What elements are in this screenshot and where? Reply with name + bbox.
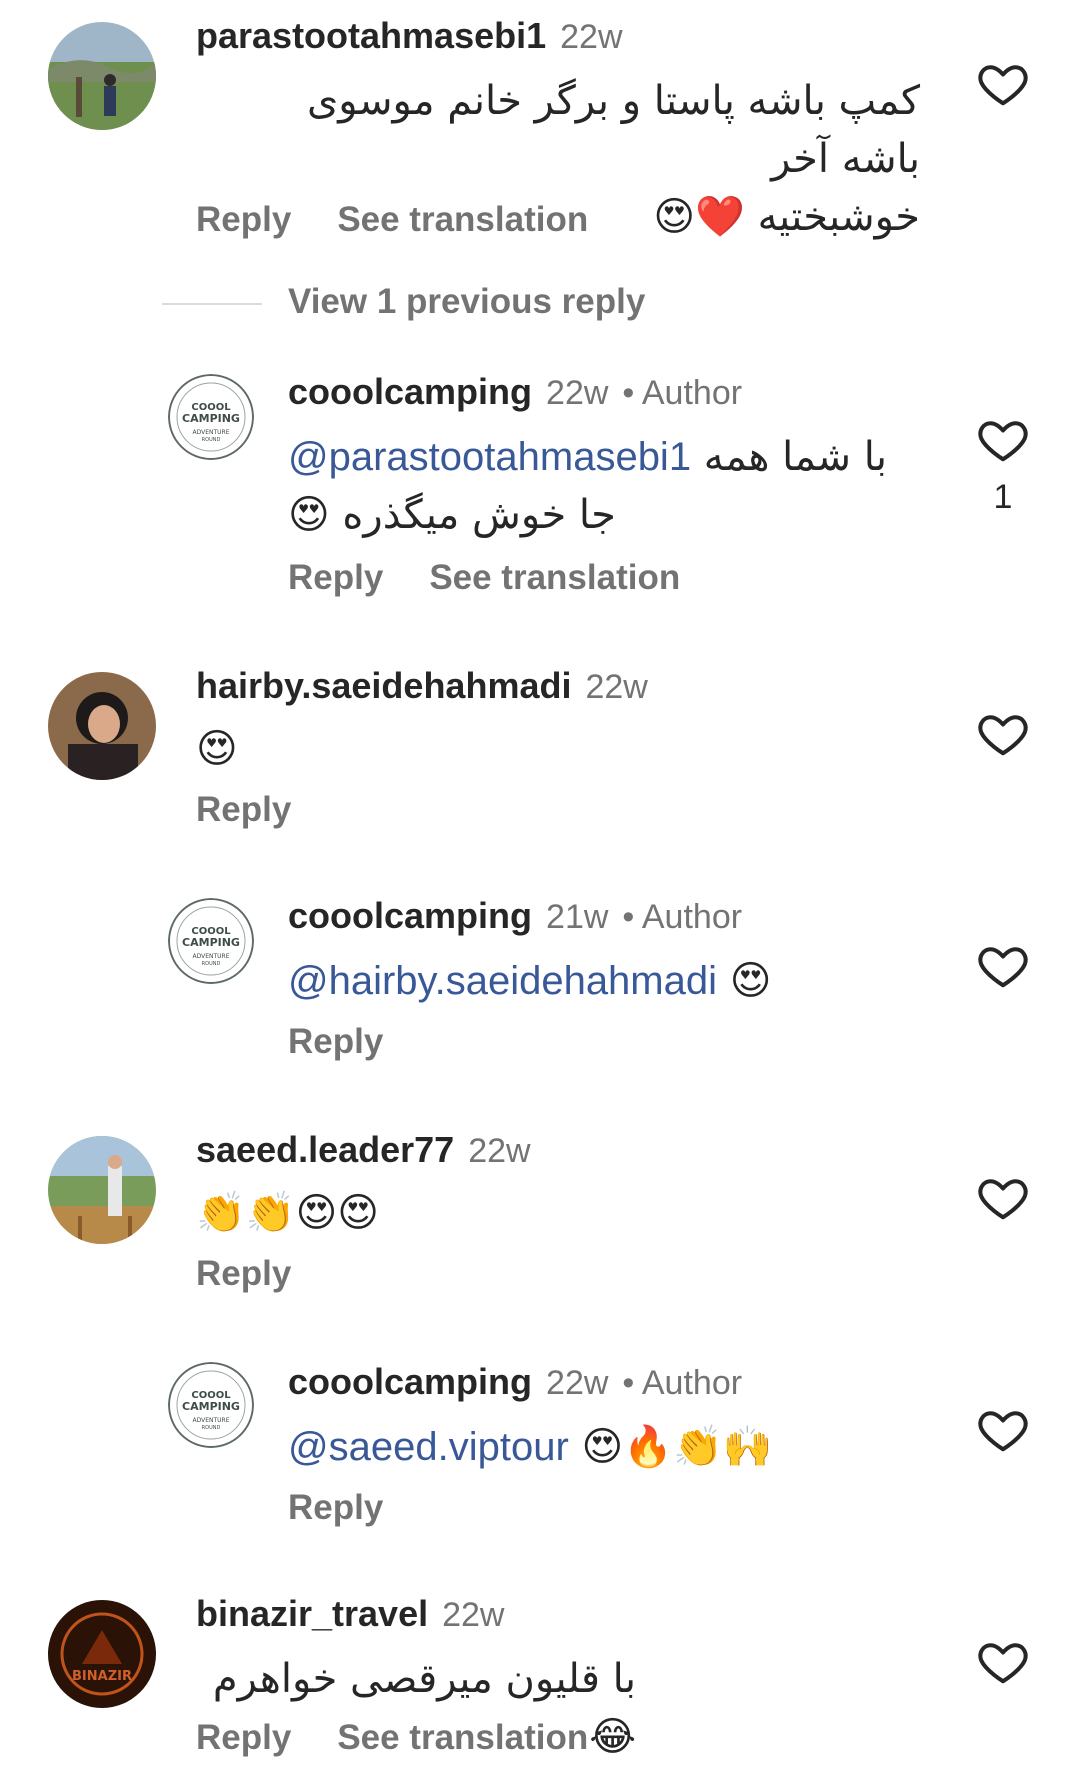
heart-icon[interactable] bbox=[976, 938, 1030, 992]
mention-link[interactable]: @hairby.saeidehahmadi bbox=[288, 959, 717, 1003]
avatar[interactable]: BINAZIR bbox=[48, 1600, 156, 1708]
mention-link[interactable]: @saeed.viptour bbox=[288, 1425, 569, 1469]
username[interactable]: hairby.saeidehahmadi bbox=[196, 665, 571, 706]
author-badge: • Author bbox=[622, 374, 743, 412]
timestamp: 22w bbox=[585, 668, 648, 706]
heart-icon[interactable] bbox=[976, 1402, 1030, 1456]
author-badge: • Author bbox=[622, 1364, 743, 1402]
emoji-text: 👏👏😍😍 bbox=[196, 1190, 380, 1236]
emoji-text: 😍 bbox=[196, 726, 238, 772]
view-previous-replies[interactable]: View 1 previous reply bbox=[162, 280, 645, 324]
avatar[interactable]: COOOL CAMPING ADVENTURE ROUND bbox=[168, 374, 254, 460]
logo-text: ROUND bbox=[202, 1425, 221, 1431]
reply-button[interactable]: Reply bbox=[288, 558, 383, 597]
logo-text: CAMPING bbox=[182, 936, 240, 949]
view-previous-label: View 1 previous reply bbox=[288, 282, 646, 321]
see-translation-button[interactable]: See translation bbox=[429, 558, 680, 597]
logo-text: ADVENTURE bbox=[192, 1417, 229, 1424]
reply-button[interactable]: Reply bbox=[288, 1022, 383, 1061]
avatar[interactable]: COOOL CAMPING ADVENTURE ROUND bbox=[168, 1362, 254, 1448]
emoji-text: 😍🔥👏🙌 bbox=[581, 1424, 773, 1470]
logo-text: ROUND bbox=[202, 437, 221, 443]
logo-text: CAMPING bbox=[182, 412, 240, 425]
see-translation-button[interactable]: See translation bbox=[337, 200, 588, 239]
mention-link[interactable]: @parastootahmasebi1 bbox=[288, 435, 691, 479]
timestamp: 22w bbox=[468, 1132, 531, 1170]
comment-text: با شما همه bbox=[703, 434, 888, 480]
username[interactable]: cooolcamping bbox=[288, 1361, 532, 1402]
comment-text: جا خوش میگذره 😍 bbox=[288, 492, 616, 538]
username[interactable]: cooolcamping bbox=[288, 895, 532, 936]
heart-icon[interactable] bbox=[976, 1170, 1030, 1224]
comment-text: کمپ باشه پاستا و برگر خانم موسوی باشه آخ… bbox=[307, 78, 920, 182]
logo-text: ROUND bbox=[202, 961, 221, 967]
reply-button[interactable]: Reply bbox=[196, 790, 291, 829]
heart-icon[interactable] bbox=[976, 706, 1030, 760]
see-translation-button[interactable]: See translation bbox=[337, 1718, 588, 1757]
avatar[interactable]: COOOL CAMPING ADVENTURE ROUND bbox=[168, 898, 254, 984]
divider bbox=[162, 302, 262, 305]
avatar-logo-text: BINAZIR bbox=[72, 1669, 132, 1684]
reply-button[interactable]: Reply bbox=[196, 1254, 291, 1293]
reply-button[interactable]: Reply bbox=[196, 1718, 291, 1757]
heart-icon[interactable] bbox=[976, 1634, 1030, 1688]
logo-text: CAMPING bbox=[182, 1400, 240, 1413]
timestamp: 22w bbox=[442, 1596, 505, 1634]
avatar[interactable] bbox=[48, 22, 156, 130]
timestamp: 22w bbox=[560, 18, 623, 56]
username[interactable]: parastootahmasebi1 bbox=[196, 15, 546, 56]
avatar[interactable] bbox=[48, 1136, 156, 1244]
logo-text: ADVENTURE bbox=[192, 953, 229, 960]
reply-button[interactable]: Reply bbox=[196, 200, 291, 239]
username[interactable]: saeed.leader77 bbox=[196, 1129, 454, 1170]
emoji-text: 😍 bbox=[729, 958, 772, 1004]
timestamp: 22w bbox=[546, 1364, 609, 1402]
username[interactable]: binazir_travel bbox=[196, 1593, 428, 1634]
timestamp: 22w bbox=[546, 374, 609, 412]
logo-text: ADVENTURE bbox=[192, 429, 229, 436]
reply-button[interactable]: Reply bbox=[288, 1488, 383, 1527]
heart-icon[interactable] bbox=[976, 412, 1030, 466]
like-count: 1 bbox=[993, 478, 1013, 516]
timestamp: 21w bbox=[546, 898, 609, 936]
username[interactable]: cooolcamping bbox=[288, 371, 532, 412]
avatar[interactable] bbox=[48, 672, 156, 780]
author-badge: • Author bbox=[622, 898, 743, 936]
heart-icon[interactable] bbox=[976, 56, 1030, 110]
